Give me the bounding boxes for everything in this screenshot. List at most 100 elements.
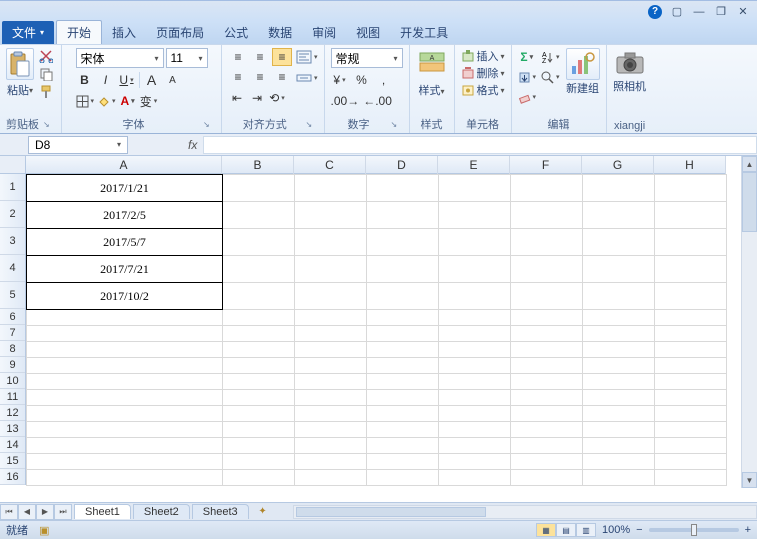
cell[interactable] [295,422,367,438]
cell[interactable] [223,470,295,486]
view-page-break-button[interactable]: ▥ [576,523,596,537]
cell[interactable] [295,374,367,390]
tab-home[interactable]: 开始 [56,20,102,44]
cell-G5[interactable] [583,283,655,310]
cell[interactable] [583,342,655,358]
border-button[interactable] [76,92,95,110]
bold-button[interactable]: B [76,71,94,89]
find-select-button[interactable] [540,68,560,86]
cell[interactable] [295,438,367,454]
cell-B2[interactable] [223,202,295,229]
align-center-button[interactable]: ≡ [250,68,270,86]
font-launcher[interactable]: ↘ [203,120,215,132]
fill-color-button[interactable] [97,92,116,110]
cell-F2[interactable] [511,202,583,229]
cell[interactable] [583,470,655,486]
cell-C3[interactable] [295,229,367,256]
cell-C4[interactable] [295,256,367,283]
autosum-button[interactable]: Σ [518,48,537,66]
align-middle-button[interactable]: ≡ [250,48,270,66]
cell[interactable] [295,390,367,406]
name-box[interactable]: D8▾ [28,136,128,154]
decrease-decimal-button[interactable]: ←.00 [363,92,392,110]
column-header-A[interactable]: A [26,156,222,174]
cell[interactable] [583,438,655,454]
cell[interactable] [439,342,511,358]
cell[interactable] [583,390,655,406]
cell[interactable] [27,406,223,422]
cell-F4[interactable] [511,256,583,283]
row-header-7[interactable]: 7 [0,325,25,341]
font-color-button[interactable]: A [119,92,137,110]
number-launcher[interactable]: ↘ [391,120,403,132]
cell-G3[interactable] [583,229,655,256]
cell[interactable] [27,358,223,374]
font-size-select[interactable]: 11▾ [166,48,208,68]
cell[interactable] [223,454,295,470]
cell-C1[interactable] [295,175,367,202]
help-button[interactable]: ? [645,4,665,20]
font-name-select[interactable]: 宋体▾ [76,48,164,68]
cell[interactable] [367,470,439,486]
file-tab[interactable]: 文件 ▾ [2,21,54,44]
cell[interactable] [367,390,439,406]
new-sheet-button[interactable]: ✦ [253,505,273,519]
cell[interactable] [223,358,295,374]
cell-E1[interactable] [439,175,511,202]
cell-B1[interactable] [223,175,295,202]
tab-insert[interactable]: 插入 [102,21,146,44]
cell-A5[interactable]: 2017/10/2 [27,283,223,310]
formula-input[interactable] [203,136,757,154]
cell[interactable] [655,326,727,342]
cell-C2[interactable] [295,202,367,229]
cell-H1[interactable] [655,175,727,202]
cell[interactable] [511,470,583,486]
column-header-E[interactable]: E [438,156,510,174]
cell[interactable] [223,342,295,358]
format-cells-button[interactable]: 格式▾ [461,82,505,98]
sheet-tab-1[interactable]: Sheet1 [74,504,131,519]
tab-formulas[interactable]: 公式 [214,21,258,44]
cell-D5[interactable] [367,283,439,310]
cell[interactable] [655,422,727,438]
row-header-1[interactable]: 1 [0,174,25,201]
tab-page-layout[interactable]: 页面布局 [146,21,214,44]
cell[interactable] [583,374,655,390]
zoom-in-button[interactable]: + [745,524,751,536]
sheet-nav-last[interactable]: ⏭ [54,504,72,520]
cell[interactable] [655,454,727,470]
tab-data[interactable]: 数据 [258,21,302,44]
row-header-2[interactable]: 2 [0,201,25,228]
align-right-button[interactable]: ≡ [272,68,292,86]
cell[interactable] [655,406,727,422]
cell[interactable] [27,326,223,342]
cell[interactable] [655,342,727,358]
row-header-14[interactable]: 14 [0,437,25,453]
zoom-slider-thumb[interactable] [691,524,697,536]
cell-A3[interactable]: 2017/5/7 [27,229,223,256]
window-close-button[interactable]: ✕ [733,4,753,20]
sheet-nav-prev[interactable]: ◀ [18,504,36,520]
cell-F1[interactable] [511,175,583,202]
sheet-tab-2[interactable]: Sheet2 [133,504,190,519]
comma-style-button[interactable]: , [375,71,393,89]
cell[interactable] [439,390,511,406]
view-page-layout-button[interactable]: ▤ [556,523,576,537]
view-normal-button[interactable]: ▦ [536,523,556,537]
insert-cells-button[interactable]: 插入▾ [461,48,505,64]
cell[interactable] [583,358,655,374]
cell-E4[interactable] [439,256,511,283]
cut-button[interactable] [37,48,55,64]
cell[interactable] [27,390,223,406]
cell-D4[interactable] [367,256,439,283]
cell[interactable] [583,310,655,326]
align-left-button[interactable]: ≡ [228,68,248,86]
cell[interactable] [367,422,439,438]
cell[interactable] [439,438,511,454]
cell[interactable] [655,374,727,390]
cell-A1[interactable]: 2017/1/21 [27,175,223,202]
grow-font-button[interactable]: A [143,71,161,89]
scroll-down-button[interactable]: ▼ [742,472,757,488]
cell[interactable] [223,406,295,422]
cell[interactable] [511,358,583,374]
